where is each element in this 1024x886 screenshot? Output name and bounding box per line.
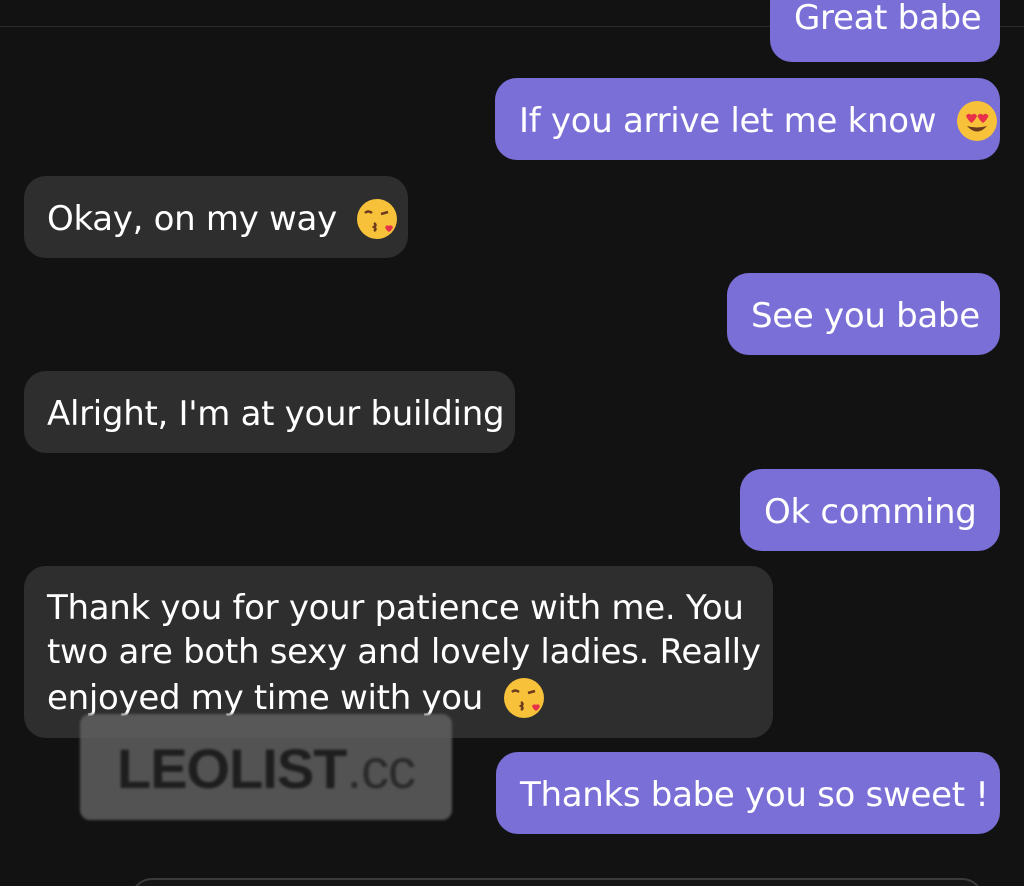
message-bubble-received[interactable]: Thank you for your patience with me. You… [24, 566, 773, 738]
message-text: If you arrive let me know [519, 100, 937, 141]
message-text-line: two are both sexy and lovely ladies. Rea… [47, 632, 761, 672]
watermark-suffix: .cc [346, 737, 416, 800]
message-bubble-sent[interactable]: If you arrive let me know [495, 78, 1000, 160]
watermark: LEOLIST.cc [80, 714, 452, 820]
message-input[interactable] [130, 878, 984, 886]
message-bubble-received[interactable]: Okay, on my way [24, 176, 408, 258]
message-bubble-sent[interactable]: See you babe [727, 273, 1000, 355]
message-text: Great babe [794, 0, 982, 38]
message-text: Alright, I'm at your building [47, 393, 505, 434]
kiss-emoji-icon [357, 198, 398, 239]
message-text: Ok comming [764, 491, 977, 532]
watermark-brand: LEOLIST [116, 737, 347, 800]
message-text: Okay, on my way [47, 198, 337, 239]
message-bubble-sent[interactable]: Thanks babe you so sweet ! [496, 752, 1000, 834]
message-text: See you babe [751, 295, 980, 336]
heart-eyes-emoji-icon [956, 100, 997, 141]
message-bubble-received[interactable]: Alright, I'm at your building [24, 371, 515, 453]
message-bubble-sent[interactable]: Great babe [770, 0, 1000, 62]
kiss-emoji-icon [503, 677, 544, 718]
message-text-line: enjoyed my time with you [47, 677, 484, 718]
message-text: Thanks babe you so sweet ! [520, 774, 989, 815]
message-bubble-sent[interactable]: Ok comming [740, 469, 1000, 551]
message-text-line: Thank you for your patience with me. You [47, 588, 744, 628]
